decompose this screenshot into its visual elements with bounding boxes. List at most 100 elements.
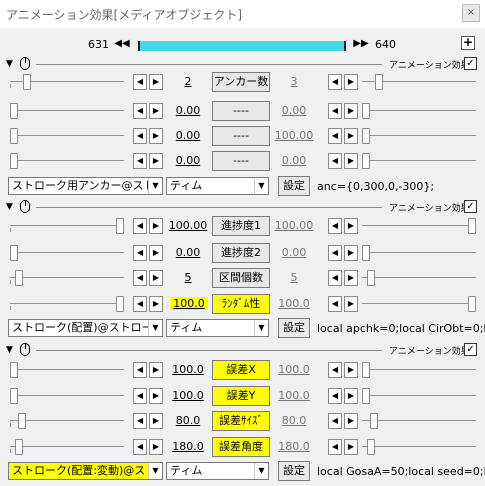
right-decrement-button[interactable]: ◀ — [328, 153, 342, 169]
right-increment-button[interactable]: ▶ — [344, 153, 358, 169]
left-value[interactable]: 0.00 — [158, 246, 218, 259]
left-decrement-button[interactable]: ◀ — [133, 362, 147, 378]
right-value[interactable]: 100.00 — [264, 219, 324, 232]
left-slider-track[interactable] — [10, 303, 124, 304]
left-slider-track[interactable] — [10, 369, 124, 370]
left-slider-thumb[interactable] — [10, 362, 18, 378]
mode-select[interactable]: ティム ▼ — [166, 319, 269, 337]
right-value[interactable]: 0.00 — [264, 154, 324, 167]
left-slider-thumb[interactable] — [10, 128, 18, 144]
right-slider-thumb[interactable] — [367, 270, 375, 286]
left-slider-thumb[interactable] — [23, 74, 31, 90]
parameter-name-button[interactable]: ---- — [212, 151, 270, 171]
left-value[interactable]: 0.00 — [158, 104, 218, 117]
left-decrement-button[interactable]: ◀ — [133, 218, 147, 234]
settings-button[interactable]: 設定 — [278, 461, 310, 481]
parameter-name-button[interactable]: 誤差角度 — [212, 437, 270, 457]
right-increment-button[interactable]: ▶ — [344, 270, 358, 286]
left-decrement-button[interactable]: ◀ — [133, 153, 147, 169]
right-decrement-button[interactable]: ◀ — [328, 218, 342, 234]
mode-select[interactable]: ティム ▼ — [166, 177, 269, 195]
right-slider-thumb[interactable] — [362, 128, 370, 144]
effect-enabled-checkbox[interactable]: ✓ — [464, 343, 477, 356]
prev-frame-button[interactable]: ◀◀ — [114, 37, 130, 51]
left-slider-track[interactable] — [10, 446, 124, 447]
parameter-name-button[interactable]: 誤差ｻｲｽﾞ — [212, 411, 270, 431]
left-slider-track[interactable] — [10, 135, 124, 136]
left-slider-thumb[interactable] — [10, 388, 18, 404]
right-slider-track[interactable] — [362, 252, 476, 253]
right-decrement-button[interactable]: ◀ — [328, 74, 342, 90]
right-slider-thumb[interactable] — [468, 296, 476, 312]
left-slider-track[interactable] — [10, 110, 124, 111]
right-slider-thumb[interactable] — [468, 218, 476, 234]
right-slider-thumb[interactable] — [362, 362, 370, 378]
right-increment-button[interactable]: ▶ — [344, 74, 358, 90]
left-slider-thumb[interactable] — [15, 439, 23, 455]
right-slider-thumb[interactable] — [362, 388, 370, 404]
right-increment-button[interactable]: ▶ — [344, 296, 358, 312]
right-increment-button[interactable]: ▶ — [344, 103, 358, 119]
right-value[interactable]: 100.0 — [264, 389, 324, 402]
left-slider-thumb[interactable] — [15, 270, 23, 286]
right-slider-track[interactable] — [362, 395, 476, 396]
left-decrement-button[interactable]: ◀ — [133, 74, 147, 90]
left-slider-thumb[interactable] — [18, 413, 26, 429]
left-slider-thumb[interactable] — [116, 296, 124, 312]
left-value[interactable]: 100.0 — [170, 297, 208, 310]
right-decrement-button[interactable]: ◀ — [328, 103, 342, 119]
left-decrement-button[interactable]: ◀ — [133, 245, 147, 261]
right-slider-track[interactable] — [362, 420, 476, 421]
right-value[interactable]: 0.00 — [264, 104, 324, 117]
right-increment-button[interactable]: ▶ — [344, 439, 358, 455]
right-slider-track[interactable] — [362, 277, 476, 278]
left-value[interactable]: 100.00 — [158, 219, 218, 232]
collapse-triangle-icon[interactable]: ▼ — [6, 202, 13, 212]
parameter-name-button[interactable]: ---- — [212, 101, 270, 121]
left-slider-thumb[interactable] — [10, 245, 18, 261]
script-select[interactable]: ストローク(配置)@ストローク1 ▼ — [8, 319, 163, 337]
right-value[interactable]: 3 — [264, 75, 324, 88]
left-decrement-button[interactable]: ◀ — [133, 413, 147, 429]
parameter-name-button[interactable]: アンカー数 — [212, 72, 270, 92]
frame-range-bar[interactable] — [138, 41, 346, 51]
effect-enabled-checkbox[interactable]: ✓ — [464, 200, 477, 213]
collapse-triangle-icon[interactable]: ▼ — [6, 59, 13, 69]
right-slider-thumb[interactable] — [362, 245, 370, 261]
left-value[interactable]: 2 — [158, 75, 218, 88]
right-slider-track[interactable] — [362, 225, 476, 226]
left-slider-track[interactable] — [10, 420, 124, 421]
parameter-name-button[interactable]: 区間個数 — [212, 268, 270, 288]
right-increment-button[interactable]: ▶ — [344, 218, 358, 234]
left-slider-track[interactable] — [10, 225, 124, 226]
left-value[interactable]: 100.0 — [158, 389, 218, 402]
right-slider-track[interactable] — [362, 110, 476, 111]
right-decrement-button[interactable]: ◀ — [328, 296, 342, 312]
left-slider-thumb[interactable] — [116, 218, 124, 234]
left-slider-track[interactable] — [10, 395, 124, 396]
right-increment-button[interactable]: ▶ — [344, 128, 358, 144]
mode-select[interactable]: ティム ▼ — [166, 462, 269, 480]
left-value[interactable]: 0.00 — [158, 154, 218, 167]
settings-button[interactable]: 設定 — [278, 176, 310, 196]
collapse-triangle-icon[interactable]: ▼ — [6, 345, 13, 355]
left-slider-track[interactable] — [10, 277, 124, 278]
right-slider-thumb[interactable] — [375, 74, 383, 90]
left-decrement-button[interactable]: ◀ — [133, 128, 147, 144]
right-increment-button[interactable]: ▶ — [344, 388, 358, 404]
parameter-name-button[interactable]: 誤差Y — [212, 386, 270, 406]
right-decrement-button[interactable]: ◀ — [328, 439, 342, 455]
right-decrement-button[interactable]: ◀ — [328, 388, 342, 404]
right-slider-thumb[interactable] — [362, 103, 370, 119]
right-slider-track[interactable] — [362, 160, 476, 161]
script-select[interactable]: ストローク(配置:変動)@ストE ▼ — [8, 462, 163, 480]
parameter-name-button[interactable]: 誤差X — [212, 360, 270, 380]
right-decrement-button[interactable]: ◀ — [328, 128, 342, 144]
left-decrement-button[interactable]: ◀ — [133, 439, 147, 455]
left-slider-thumb[interactable] — [10, 153, 18, 169]
settings-button[interactable]: 設定 — [278, 318, 310, 338]
left-value[interactable]: 180.0 — [158, 440, 218, 453]
parameter-name-button[interactable]: 進捗度2 — [212, 243, 270, 263]
right-slider-track[interactable] — [362, 369, 476, 370]
parameter-name-button[interactable]: ﾗﾝﾀﾞﾑ性 — [212, 294, 270, 314]
